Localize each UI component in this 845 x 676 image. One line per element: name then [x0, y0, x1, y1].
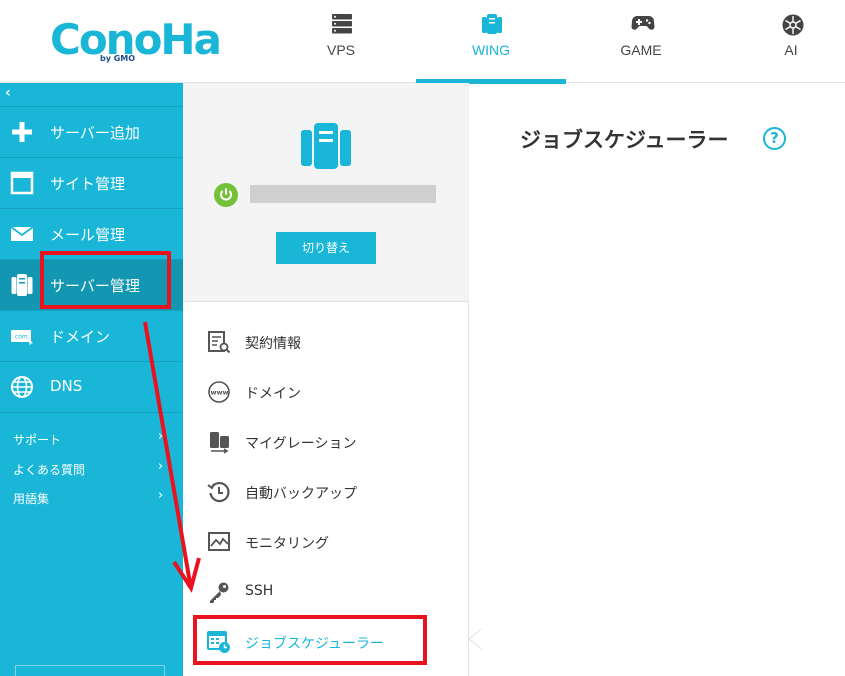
annotation-arrow [143, 321, 201, 593]
page: ConoHa by GMO VPS WING GAME AI ‹ サーバー追加 … [0, 0, 845, 676]
